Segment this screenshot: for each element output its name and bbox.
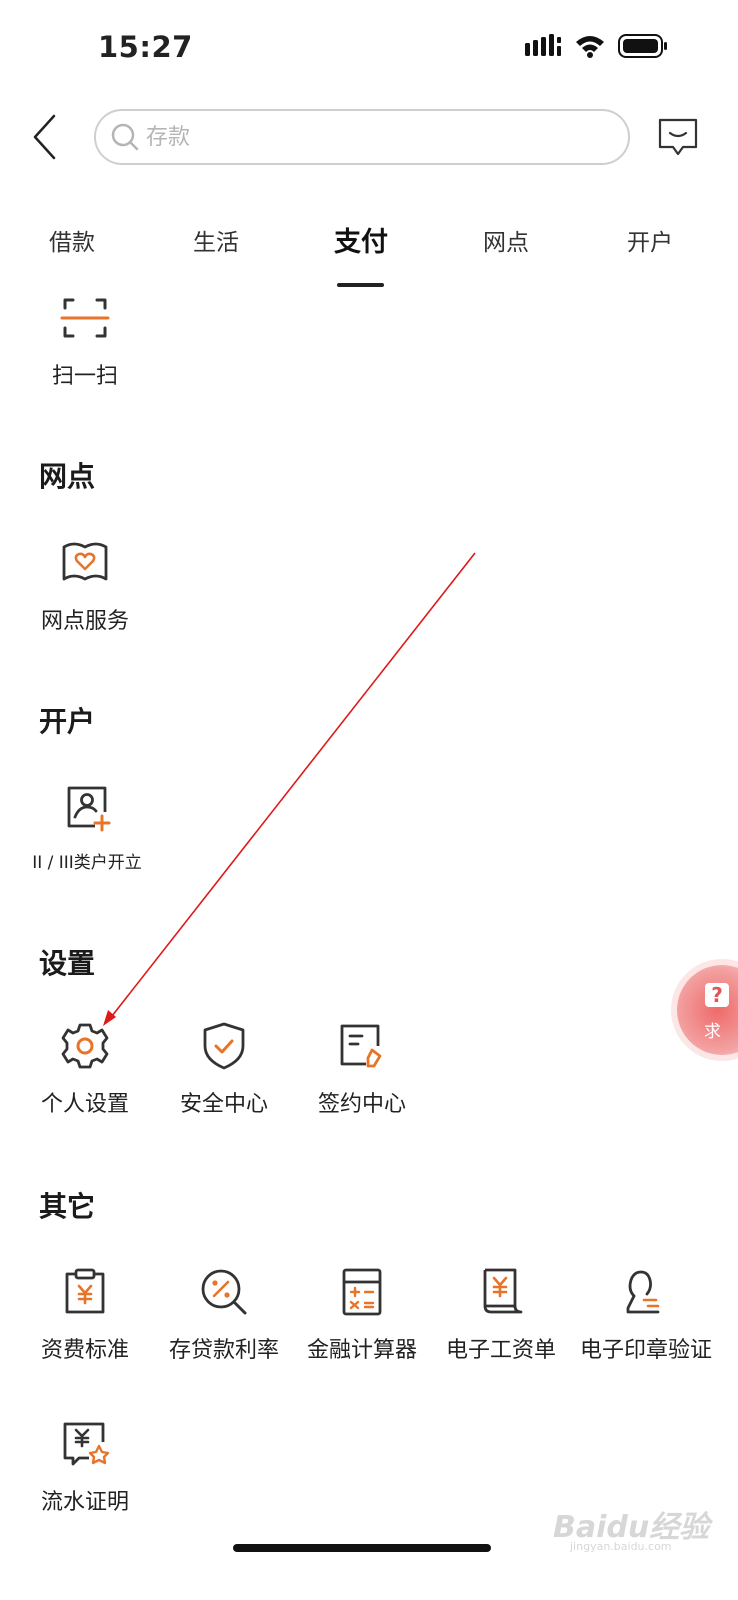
search-input[interactable] [144, 123, 608, 151]
tab-open-account[interactable]: 开户 [627, 223, 673, 257]
grid-item-label: 流水证明 [40, 1490, 129, 1515]
grid-item-label: 安全中心 [179, 1092, 268, 1117]
chevron-left-icon [33, 114, 56, 160]
grid-item-label: 金融计算器 [306, 1338, 417, 1363]
grid-item-label: 个人设置 [40, 1092, 129, 1117]
seal-icon [626, 1270, 660, 1314]
open-account-icon [67, 786, 111, 832]
status-icons [524, 34, 668, 58]
tab-life[interactable]: 生活 [193, 223, 239, 257]
tab-pay[interactable]: 支付 [334, 220, 388, 259]
grid-item-label: 存贷款利率 [168, 1338, 279, 1363]
question-icon: ? [705, 983, 729, 1007]
gear-icon [61, 1023, 109, 1069]
section-title-outlets: 网点 [39, 460, 96, 493]
grid-item-open-account[interactable]: II / III类户开立 [27, 782, 147, 873]
contract-icon [340, 1024, 382, 1068]
section-title-settings: 设置 [39, 947, 96, 980]
grid-item-calculator[interactable]: 金融计算器 [302, 1266, 422, 1364]
interest-rate-icon [201, 1269, 247, 1315]
outlet-service-icon [62, 542, 108, 581]
scan-icon [60, 298, 110, 338]
payslip-icon [483, 1268, 523, 1314]
grid-item-interest-rate[interactable]: 存贷款利率 [164, 1266, 284, 1364]
message-button[interactable] [656, 116, 700, 158]
fee-clipboard-icon [65, 1268, 105, 1314]
grid-item-payslip[interactable]: 电子工资单 [441, 1266, 561, 1364]
watermark-url: jingyan.baidu.com [570, 1540, 672, 1553]
shield-icon [203, 1022, 245, 1070]
grid-item-personal-settings[interactable]: 个人设置 [25, 1020, 145, 1118]
signal-icon [525, 34, 561, 56]
grid-item-seal-verify[interactable]: 电子印章验证 [580, 1266, 713, 1364]
calculator-icon [342, 1268, 382, 1316]
help-float-label: 求 [704, 1022, 721, 1042]
back-button[interactable] [28, 112, 68, 162]
category-tabs: 借款 生活 支付 网点 开户 [0, 215, 724, 295]
grid-item-label: II / III类户开立 [32, 853, 142, 873]
grid-item-label: 电子工资单 [445, 1338, 556, 1363]
grid-item-contract-center[interactable]: 签约中心 [302, 1020, 422, 1118]
battery-icon [618, 34, 667, 58]
grid-item-label: 扫一扫 [51, 364, 118, 389]
message-icon [658, 118, 698, 156]
grid-item-label: 签约中心 [317, 1092, 406, 1117]
grid-item-security-center[interactable]: 安全中心 [164, 1020, 284, 1118]
grid-item-label: 网点服务 [40, 609, 129, 634]
help-float-button[interactable]: ? 求 [677, 965, 738, 1055]
grid-item-fee-standard[interactable]: 资费标准 [25, 1266, 145, 1364]
active-tab-indicator [337, 283, 384, 287]
section-title-account: 开户 [39, 705, 96, 738]
wifi-icon [576, 36, 604, 58]
section-title-others: 其它 [39, 1190, 96, 1223]
search-box[interactable] [94, 109, 630, 165]
grid-item-label: 电子印章验证 [580, 1338, 713, 1363]
tab-loan[interactable]: 借款 [49, 223, 95, 257]
grid-item-scan[interactable]: 扫一扫 [25, 292, 145, 390]
grid-item-label: 资费标准 [40, 1338, 129, 1363]
statement-icon [63, 1422, 110, 1466]
search-icon [111, 123, 139, 151]
home-indicator [233, 1544, 491, 1552]
tab-outlets[interactable]: 网点 [483, 223, 529, 257]
grid-item-statement-proof[interactable]: 流水证明 [25, 1418, 145, 1516]
status-time: 15:27 [98, 30, 193, 64]
grid-item-outlet-service[interactable]: 网点服务 [25, 537, 145, 635]
